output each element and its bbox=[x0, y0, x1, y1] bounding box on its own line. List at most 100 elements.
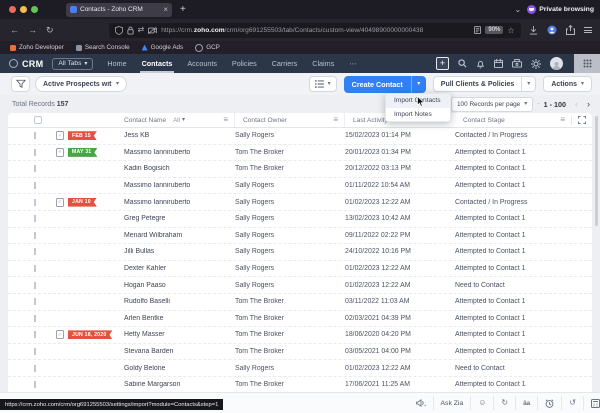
address-bar[interactable]: ⇄ https://crm.zoho.com/crm/org691255503/… bbox=[109, 23, 521, 38]
zia-smiley-icon[interactable]: ☺ bbox=[470, 396, 493, 410]
column-menu-icon[interactable]: ≡ bbox=[223, 116, 228, 124]
reader-mode-icon[interactable] bbox=[474, 26, 481, 34]
column-header-contact-owner[interactable]: Contact Owner bbox=[243, 117, 287, 124]
row-checkbox[interactable] bbox=[34, 165, 36, 172]
apps-grid-icon[interactable] bbox=[574, 54, 600, 73]
pull-clients-policies-button[interactable]: Pull Clients & Policies bbox=[434, 77, 522, 91]
sync-refresh-icon[interactable]: ↻ bbox=[493, 396, 515, 410]
column-header-contact-name[interactable]: Contact Name bbox=[124, 117, 166, 124]
actions-button[interactable]: Actions ▾ bbox=[543, 76, 592, 92]
contact-name-cell[interactable]: Massimo Ianniruberto bbox=[124, 182, 235, 189]
row-checkbox[interactable] bbox=[34, 182, 36, 189]
announcement-megaphone-icon[interactable] bbox=[409, 396, 433, 410]
alarm-reminder-icon[interactable] bbox=[537, 396, 561, 410]
nav-more-icon[interactable]: ⋯ bbox=[349, 54, 356, 73]
list-view-toggle[interactable]: ▾ bbox=[309, 76, 337, 92]
tabs-list-chevron-icon[interactable]: ⌄ bbox=[515, 5, 522, 14]
minimize-window-button[interactable] bbox=[20, 6, 27, 13]
translate-icon[interactable]: ǎa bbox=[515, 396, 537, 410]
table-row[interactable]: Rudolfo Baselli Tom The Broker 03/11/202… bbox=[8, 294, 592, 311]
row-checkbox[interactable] bbox=[34, 315, 36, 322]
contact-name-cell[interactable]: Jess KB bbox=[124, 132, 235, 139]
contact-name-cell[interactable]: Kadin Bogisich bbox=[124, 165, 235, 172]
table-row[interactable]: Dexter Kahler Sally Rogers 01/02/2023 12… bbox=[8, 261, 592, 278]
pull-clients-dropdown-arrow[interactable]: ▾ bbox=[521, 77, 535, 91]
row-checkbox[interactable] bbox=[34, 215, 36, 222]
name-filter-dropdown[interactable]: All▾ bbox=[173, 117, 185, 124]
nav-item-policies[interactable]: Policies bbox=[232, 54, 257, 73]
bookmark-item[interactable]: Zoho Developer bbox=[10, 44, 64, 51]
table-row[interactable]: Stevana Barden Tom The Broker 03/05/2021… bbox=[8, 344, 592, 361]
row-checkbox[interactable] bbox=[34, 248, 36, 255]
settings-gear-icon[interactable] bbox=[531, 59, 541, 69]
share-icon[interactable] bbox=[566, 25, 575, 35]
contact-name-cell[interactable]: Menard Wilbraham bbox=[124, 232, 235, 239]
url-text[interactable]: https://crm.zoho.com/crm/org691255503/ta… bbox=[161, 27, 470, 34]
contact-name-cell[interactable]: Hetty Masser bbox=[124, 331, 235, 338]
row-checkbox[interactable] bbox=[34, 149, 36, 156]
next-page-button[interactable]: › bbox=[587, 99, 590, 109]
bookmark-item[interactable]: GCP bbox=[195, 44, 220, 52]
calendar-icon[interactable] bbox=[494, 59, 503, 68]
vertical-scrollbar[interactable] bbox=[595, 116, 598, 226]
forward-button[interactable]: → bbox=[28, 25, 37, 36]
close-window-button[interactable] bbox=[9, 6, 16, 13]
table-row[interactable]: Arlen Bentke Tom The Broker 02/03/2021 0… bbox=[8, 311, 592, 328]
row-checkbox[interactable] bbox=[34, 199, 36, 206]
table-row[interactable]: Hogan Paaso Sally Rogers 01/02/2023 12:2… bbox=[8, 277, 592, 294]
row-checkbox[interactable] bbox=[34, 298, 36, 305]
table-row[interactable]: Sabine Margarson Tom The Broker 17/06/20… bbox=[8, 377, 592, 392]
table-row[interactable]: Massimo Ianniruberto Sally Rogers 01/11/… bbox=[8, 178, 592, 195]
row-checkbox[interactable] bbox=[34, 282, 36, 289]
previous-page-button[interactable]: ‹ bbox=[575, 99, 578, 109]
recent-history-icon[interactable]: ↺ bbox=[561, 396, 583, 410]
table-row[interactable]: ✓ JAN 10 Massimo Ianniruberto Sally Roge… bbox=[8, 194, 592, 211]
table-row[interactable]: ✓ JUN 18, 2020 Hetty Masser Tom The Brok… bbox=[8, 327, 592, 344]
nav-item-claims[interactable]: Claims bbox=[312, 54, 334, 73]
nav-item-accounts[interactable]: Accounts bbox=[187, 54, 217, 73]
account-container-icon[interactable] bbox=[547, 25, 557, 35]
contact-name-cell[interactable]: Massimo Ianniruberto bbox=[124, 199, 235, 206]
column-menu-icon[interactable]: ≡ bbox=[560, 116, 565, 124]
back-button[interactable]: ← bbox=[10, 25, 19, 36]
browser-tab[interactable]: Contacts - Zoho CRM × bbox=[66, 3, 172, 17]
records-per-page-selector[interactable]: 100 Records per page ▾ bbox=[451, 97, 533, 112]
calculator-icon[interactable] bbox=[583, 396, 600, 410]
contact-name-cell[interactable]: Stevana Barden bbox=[124, 348, 235, 355]
nav-item-contacts[interactable]: Contacts bbox=[142, 54, 173, 73]
expand-table-icon[interactable] bbox=[578, 116, 586, 124]
create-contact-button[interactable]: Create Contact bbox=[344, 76, 411, 93]
downloads-icon[interactable] bbox=[529, 26, 538, 35]
contact-name-cell[interactable]: Dexter Kahler bbox=[124, 265, 235, 272]
column-header-contact-stage[interactable]: Contact Stage bbox=[463, 117, 505, 124]
new-tab-button[interactable]: + bbox=[180, 5, 186, 15]
select-all-checkbox[interactable] bbox=[34, 116, 42, 124]
quick-create-icon[interactable]: + bbox=[436, 57, 449, 70]
cash-register-icon[interactable] bbox=[512, 59, 522, 68]
user-avatar[interactable] bbox=[550, 57, 563, 70]
table-row[interactable]: ✓ MAY 31 Massimo Ianniruberto Tom The Br… bbox=[8, 145, 592, 162]
tracking-shield-icon[interactable] bbox=[115, 26, 123, 35]
contact-name-cell[interactable]: Arlen Bentke bbox=[124, 315, 235, 322]
row-checkbox[interactable] bbox=[34, 331, 36, 338]
camera-blocked-icon[interactable] bbox=[148, 27, 157, 34]
contact-name-cell[interactable]: Massimo Ianniruberto bbox=[124, 149, 235, 156]
search-icon[interactable] bbox=[458, 59, 467, 68]
row-checkbox[interactable] bbox=[34, 265, 36, 272]
permissions-sync-icon[interactable]: ⇄ bbox=[138, 26, 145, 34]
nav-item-home[interactable]: Home bbox=[107, 54, 126, 73]
row-checkbox[interactable] bbox=[34, 232, 36, 239]
zoom-level-badge[interactable]: 90% bbox=[485, 26, 503, 34]
tab-close-icon[interactable]: × bbox=[163, 6, 168, 14]
filter-funnel-button[interactable] bbox=[11, 76, 30, 92]
row-checkbox[interactable] bbox=[34, 381, 36, 388]
notifications-bell-icon[interactable] bbox=[476, 59, 485, 69]
contact-name-cell[interactable]: Greg Petegre bbox=[124, 215, 235, 222]
contact-name-cell[interactable]: Jilli Bullas bbox=[124, 248, 235, 255]
row-checkbox[interactable] bbox=[34, 365, 36, 372]
row-checkbox[interactable] bbox=[34, 348, 36, 355]
bookmark-item[interactable]: Google Ads bbox=[142, 44, 184, 51]
table-row[interactable]: Greg Petegre Sally Rogers 13/02/2023 10:… bbox=[8, 211, 592, 228]
contact-name-cell[interactable]: Hogan Paaso bbox=[124, 282, 235, 289]
table-row[interactable]: Jilli Bullas Sally Rogers 24/10/2022 10:… bbox=[8, 244, 592, 261]
